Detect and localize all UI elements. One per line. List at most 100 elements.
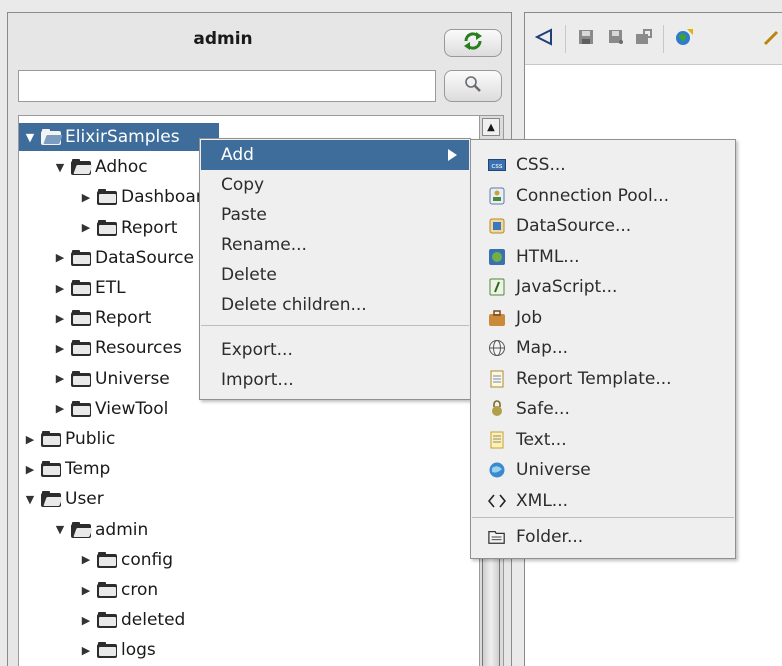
back-button[interactable] — [531, 27, 557, 51]
expand-toggle-icon[interactable]: ▶ — [53, 342, 67, 355]
collapse-toggle-icon[interactable]: ▼ — [23, 493, 37, 506]
scroll-up-button[interactable]: ▲ — [482, 118, 500, 136]
add-menu-item-safe[interactable]: Safe... — [472, 394, 734, 424]
tree-item[interactable]: ▶ Universe — [53, 365, 170, 393]
collapse-toggle-icon[interactable]: ▼ — [53, 161, 67, 174]
add-menu-item-label: Map... — [516, 338, 569, 358]
context-menu-item-label: Export... — [221, 340, 293, 360]
tree-item[interactable]: ▼ User — [23, 485, 104, 513]
add-menu-item-label: HTML... — [516, 246, 580, 267]
tree-item[interactable]: ▶ Report — [53, 304, 152, 332]
expand-toggle-icon[interactable]: ▶ — [79, 221, 93, 234]
folder-icon — [71, 370, 91, 387]
tree-item[interactable]: ▶ Public — [23, 425, 116, 453]
add-menu-item-connection-pool[interactable]: Connection Pool... — [472, 181, 734, 211]
add-menu-item-label: Safe... — [516, 399, 570, 419]
context-menu-item-label: Delete — [221, 265, 277, 285]
expand-toggle-icon[interactable]: ▶ — [53, 372, 67, 385]
expand-toggle-icon[interactable]: ▶ — [53, 312, 67, 325]
context-menu-item-delete-children[interactable]: Delete children... — [201, 290, 469, 320]
tools-button[interactable] — [759, 27, 782, 51]
expand-toggle-icon[interactable]: ▶ — [79, 191, 93, 204]
expand-toggle-icon[interactable]: ▶ — [53, 282, 67, 295]
javascript-icon — [488, 278, 506, 296]
add-menu-item-css[interactable]: css CSS... — [472, 150, 734, 180]
add-menu-item-label: Universe — [516, 460, 591, 480]
save-button[interactable] — [573, 27, 599, 51]
save-as-icon — [608, 29, 624, 50]
tree-item[interactable]: ▶ deleted — [79, 606, 186, 634]
collapse-toggle-icon[interactable]: ▼ — [23, 131, 37, 144]
expand-toggle-icon[interactable]: ▶ — [79, 614, 93, 627]
tree-item-label: deleted — [121, 610, 186, 631]
tree-item[interactable]: ▶ ViewTool — [53, 395, 169, 423]
context-menu-item-import[interactable]: Import... — [201, 365, 469, 395]
context-menu-item-rename[interactable]: Rename... — [201, 230, 469, 260]
tree-item-label: ETL — [95, 278, 126, 298]
search-button[interactable] — [444, 70, 502, 102]
tree-item[interactable]: ▶ ETL — [53, 274, 126, 302]
context-menu-item-label: Copy — [221, 175, 265, 195]
tree-item[interactable]: ▼ ElixirSamples — [19, 123, 219, 151]
expand-toggle-icon[interactable]: ▶ — [23, 463, 37, 476]
folder-icon — [97, 551, 117, 568]
context-menu-item-add[interactable]: Add — [201, 140, 469, 170]
tree-item-label: cron — [121, 580, 159, 600]
tree-item[interactable]: ▶ Report — [79, 214, 178, 242]
tree-item-label: Public — [65, 429, 116, 449]
context-menu-item-delete[interactable]: Delete — [201, 260, 469, 290]
add-menu-item-html[interactable]: HTML... — [472, 242, 734, 272]
collapse-toggle-icon[interactable]: ▼ — [53, 523, 67, 536]
context-menu-item-copy[interactable]: Copy — [201, 170, 469, 200]
add-menu-item-report-template[interactable]: Report Template... — [472, 364, 734, 394]
add-menu-item-text[interactable]: Text... — [472, 425, 734, 455]
html-icon — [488, 248, 506, 266]
submenu-arrow-icon — [448, 149, 457, 161]
lock-button[interactable] — [631, 27, 657, 51]
expand-toggle-icon[interactable]: ▶ — [79, 553, 93, 566]
folder-open-icon — [71, 159, 93, 176]
expand-toggle-icon[interactable]: ▶ — [79, 584, 93, 597]
add-menu-item-universe[interactable]: Universe — [472, 455, 734, 485]
folder-icon — [71, 400, 91, 417]
folder-open-icon — [71, 521, 93, 538]
tree-item[interactable]: ▶ Temp — [23, 455, 111, 483]
folder-icon — [71, 280, 91, 296]
expand-toggle-icon[interactable]: ▶ — [79, 644, 93, 657]
save-as-button[interactable] — [603, 27, 629, 51]
folder-icon — [71, 340, 91, 357]
save-icon — [578, 29, 594, 50]
tree-item[interactable]: ▼ Adhoc — [53, 153, 148, 181]
tree-item[interactable]: ▶ config — [79, 546, 173, 574]
tree-item[interactable]: ▶ DataSource — [53, 244, 194, 272]
add-menu-item-datasource[interactable]: DataSource... — [472, 211, 734, 241]
tree-item-label: ViewTool — [95, 398, 169, 419]
tree-item-label: config — [121, 549, 174, 570]
connection-pool-icon — [488, 187, 506, 205]
folder-icon — [97, 219, 117, 236]
add-menu-item-label: JavaScript... — [516, 277, 618, 297]
expand-toggle-icon[interactable]: ▶ — [23, 433, 37, 446]
add-menu-item-folder[interactable]: Folder... — [472, 522, 734, 552]
add-menu-item-xml[interactable]: XML... — [472, 486, 734, 516]
tree-item-label: Temp — [65, 459, 111, 480]
publish-button[interactable] — [671, 27, 697, 51]
tree-item[interactable]: ▶ Resources — [53, 334, 182, 362]
search-input[interactable] — [18, 70, 436, 102]
svg-text:css: css — [491, 162, 502, 170]
add-menu-item-javascript[interactable]: JavaScript... — [472, 272, 734, 302]
safe-icon — [488, 400, 506, 418]
expand-toggle-icon[interactable]: ▶ — [53, 251, 67, 264]
toolbar-divider — [663, 25, 664, 53]
expand-toggle-icon[interactable]: ▶ — [53, 402, 67, 415]
tree-item[interactable]: ▼ admin — [53, 516, 149, 544]
tree-item[interactable]: ▶ Dashboard — [79, 183, 213, 211]
context-menu-item-paste[interactable]: Paste — [201, 200, 469, 230]
context-menu-item-export[interactable]: Export... — [201, 335, 469, 365]
add-menu-item-map[interactable]: Map... — [472, 333, 734, 363]
add-menu-item-job[interactable]: Job — [472, 303, 734, 333]
tree-item[interactable]: ▶ cron — [79, 576, 158, 604]
refresh-button[interactable] — [444, 29, 502, 57]
css-icon: css — [488, 156, 506, 174]
tree-item[interactable]: ▶ logs — [79, 636, 156, 664]
